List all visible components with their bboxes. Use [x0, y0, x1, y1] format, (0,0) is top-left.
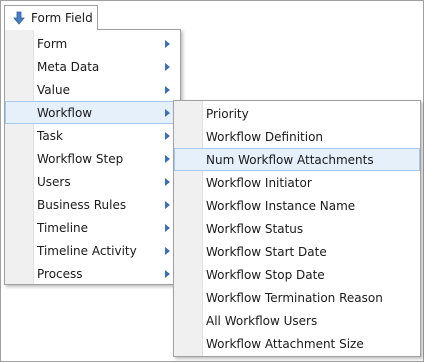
submenu-item-label: Workflow Initiator: [206, 175, 312, 190]
chevron-right-icon: [165, 155, 170, 163]
menu-item-workflow-step[interactable]: Workflow Step: [5, 147, 180, 170]
menu-item-users[interactable]: Users: [5, 170, 180, 193]
menu-item-task[interactable]: Task: [5, 124, 180, 147]
submenu-item-num-workflow-attachments[interactable]: Num Workflow Attachments: [174, 148, 420, 171]
submenu-item-label: Num Workflow Attachments: [206, 152, 374, 167]
menu-item-value[interactable]: Value: [5, 78, 180, 101]
menu-item-label: Users: [37, 174, 71, 189]
submenu-item-workflow-status[interactable]: Workflow Status: [174, 217, 420, 240]
chevron-right-icon: [165, 224, 170, 232]
form-field-button-label: Form Field: [31, 11, 93, 25]
submenu-item-label: All Workflow Users: [206, 313, 318, 328]
chevron-right-icon: [165, 201, 170, 209]
submenu-item-label: Priority: [206, 106, 249, 121]
submenu-item-workflow-stop-date[interactable]: Workflow Stop Date: [174, 263, 420, 286]
menu-item-timeline[interactable]: Timeline: [5, 216, 180, 239]
submenu-item-workflow-start-date[interactable]: Workflow Start Date: [174, 240, 420, 263]
menu-item-business-rules[interactable]: Business Rules: [5, 193, 180, 216]
submenu-item-workflow-attachment-size[interactable]: Workflow Attachment Size: [174, 332, 420, 355]
menu-item-process[interactable]: Process: [5, 262, 180, 285]
workflow-submenu: Priority Workflow Definition Num Workflow …: [173, 100, 421, 357]
menu-item-meta-data[interactable]: Meta Data: [5, 55, 180, 78]
submenu-item-workflow-instance-name[interactable]: Workflow Instance Name: [174, 194, 420, 217]
submenu-item-label: Workflow Attachment Size: [206, 336, 364, 351]
submenu-item-label: Workflow Start Date: [206, 244, 327, 259]
chevron-right-icon: [165, 178, 170, 186]
submenu-item-workflow-definition[interactable]: Workflow Definition: [174, 125, 420, 148]
menu-item-label: Timeline Activity: [37, 243, 137, 258]
menu-item-label: Business Rules: [37, 197, 127, 212]
menu-item-label: Timeline: [37, 220, 89, 235]
chevron-right-icon: [165, 270, 170, 278]
menu-item-timeline-activity[interactable]: Timeline Activity: [5, 239, 180, 262]
chevron-right-icon: [165, 247, 170, 255]
form-field-button[interactable]: Form Field: [4, 5, 98, 30]
field-category-menu: Form Meta Data Value Workflow Task Workflow S…: [4, 29, 181, 285]
chevron-right-icon: [165, 40, 170, 48]
menu-item-label: Workflow Step: [37, 151, 124, 166]
submenu-item-priority[interactable]: Priority: [174, 102, 420, 125]
chevron-right-icon: [165, 86, 170, 94]
chevron-right-icon: [165, 132, 170, 140]
submenu-item-workflow-initiator[interactable]: Workflow Initiator: [174, 171, 420, 194]
submenu-item-label: Workflow Stop Date: [206, 267, 325, 282]
menu-item-label: Process: [37, 266, 83, 281]
submenu-item-label: Workflow Termination Reason: [206, 290, 383, 305]
menu-item-label: Workflow: [37, 105, 93, 120]
menu-item-label: Value: [37, 82, 70, 97]
menu-item-label: Form: [37, 36, 68, 51]
menu-item-label: Task: [37, 128, 63, 143]
submenu-item-all-workflow-users[interactable]: All Workflow Users: [174, 309, 420, 332]
submenu-item-label: Workflow Instance Name: [206, 198, 356, 213]
chevron-right-icon: [165, 63, 170, 71]
submenu-item-label: Workflow Definition: [206, 129, 324, 144]
menu-item-label: Meta Data: [37, 59, 100, 74]
submenu-item-label: Workflow Status: [206, 221, 304, 236]
menu-item-workflow[interactable]: Workflow: [5, 101, 180, 124]
down-arrow-icon: [13, 11, 25, 25]
menu-item-form[interactable]: Form: [5, 32, 180, 55]
submenu-item-workflow-termination-reason[interactable]: Workflow Termination Reason: [174, 286, 420, 309]
chevron-right-icon: [165, 109, 170, 117]
